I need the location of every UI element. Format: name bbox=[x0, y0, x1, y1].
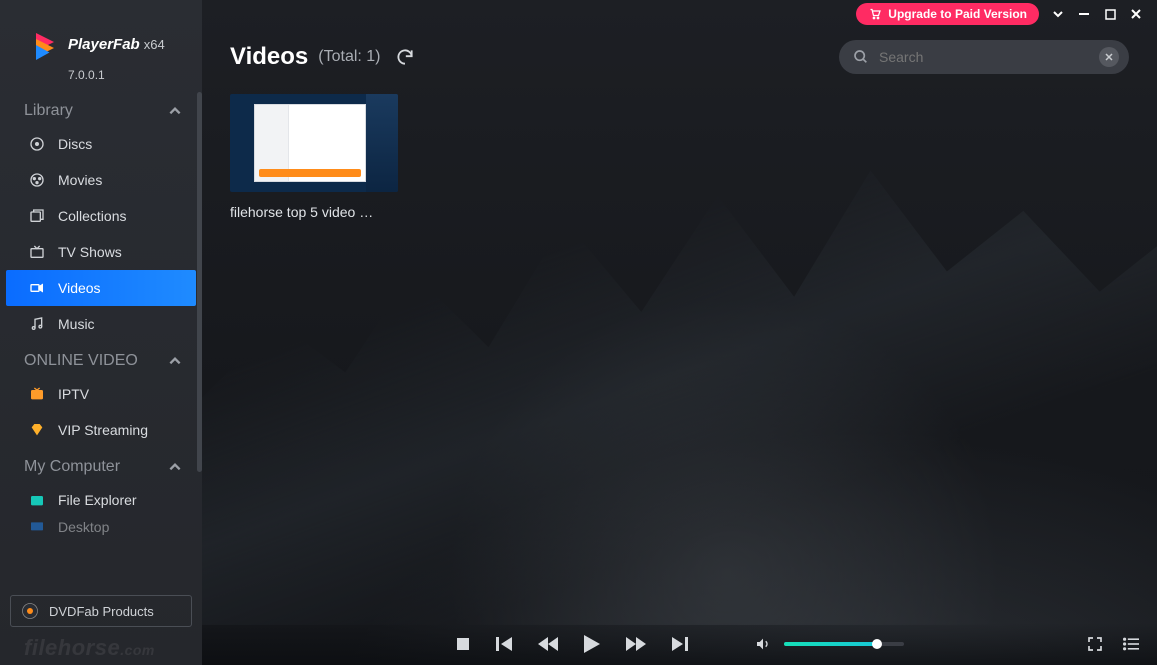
page-title: Videos bbox=[230, 43, 308, 71]
sidebar-item-vip[interactable]: VIP Streaming bbox=[0, 412, 202, 448]
refresh-button[interactable] bbox=[395, 47, 415, 67]
rewind-button[interactable] bbox=[538, 637, 558, 651]
music-note-icon bbox=[28, 315, 46, 333]
previous-button[interactable] bbox=[496, 637, 512, 651]
section-label: Library bbox=[24, 102, 73, 120]
maximize-button[interactable] bbox=[1103, 7, 1117, 21]
nav-label: Movies bbox=[58, 172, 102, 188]
iptv-icon bbox=[28, 385, 46, 403]
fullscreen-button[interactable] bbox=[1087, 636, 1103, 652]
logo-icon bbox=[30, 30, 60, 60]
volume-thumb[interactable] bbox=[872, 639, 882, 649]
section-online-video[interactable]: ONLINE VIDEO bbox=[0, 342, 202, 376]
tv-icon bbox=[28, 243, 46, 261]
video-title: filehorse top 5 video … bbox=[230, 204, 398, 220]
folder-icon bbox=[28, 491, 46, 509]
video-camera-icon bbox=[28, 279, 46, 297]
section-library[interactable]: Library bbox=[0, 92, 202, 126]
dropdown-button[interactable] bbox=[1051, 7, 1065, 21]
sidebar-item-desktop[interactable]: Desktop bbox=[0, 518, 202, 536]
watermark: filehorse.com bbox=[24, 635, 155, 661]
sidebar-item-discs[interactable]: Discs bbox=[0, 126, 202, 162]
section-my-computer[interactable]: My Computer bbox=[0, 448, 202, 482]
diamond-icon bbox=[28, 421, 46, 439]
sidebar-item-movies[interactable]: Movies bbox=[0, 162, 202, 198]
close-button[interactable] bbox=[1129, 7, 1143, 21]
app-logo: PlayerFab x64 bbox=[0, 0, 202, 66]
movie-reel-icon bbox=[28, 171, 46, 189]
minimize-button[interactable] bbox=[1077, 7, 1091, 21]
volume-slider[interactable] bbox=[784, 642, 904, 646]
page-count: (Total: 1) bbox=[318, 48, 380, 66]
cart-icon bbox=[868, 8, 882, 20]
sidebar-item-collections[interactable]: Collections bbox=[0, 198, 202, 234]
app-arch: x64 bbox=[144, 37, 165, 52]
chevron-up-icon bbox=[168, 104, 182, 118]
dvdfab-products-button[interactable]: DVDFab Products bbox=[10, 595, 192, 627]
nav-label: Desktop bbox=[58, 519, 109, 535]
search-input[interactable] bbox=[879, 49, 1089, 65]
section-label: ONLINE VIDEO bbox=[24, 352, 138, 370]
volume-button[interactable] bbox=[754, 636, 772, 652]
disc-icon bbox=[28, 135, 46, 153]
nav-label: Collections bbox=[58, 208, 126, 224]
sidebar-item-iptv[interactable]: IPTV bbox=[0, 376, 202, 412]
nav-label: Music bbox=[58, 316, 95, 332]
search-clear-button[interactable] bbox=[1099, 47, 1119, 67]
next-button[interactable] bbox=[672, 637, 688, 651]
sidebar-item-tvshows[interactable]: TV Shows bbox=[0, 234, 202, 270]
section-label: My Computer bbox=[24, 458, 120, 476]
footer-label: DVDFab Products bbox=[49, 604, 154, 619]
nav-label: File Explorer bbox=[58, 492, 137, 508]
playlist-button[interactable] bbox=[1123, 636, 1139, 652]
search-icon bbox=[853, 49, 869, 65]
sidebar-item-file-explorer[interactable]: File Explorer bbox=[0, 482, 202, 518]
sidebar-item-music[interactable]: Music bbox=[0, 306, 202, 342]
upgrade-label: Upgrade to Paid Version bbox=[888, 7, 1027, 21]
desktop-icon bbox=[28, 518, 46, 536]
video-item[interactable]: filehorse top 5 video … bbox=[230, 94, 398, 220]
search-box[interactable] bbox=[839, 40, 1129, 74]
volume-fill bbox=[784, 642, 878, 646]
chevron-up-icon bbox=[168, 460, 182, 474]
dvdfab-icon bbox=[21, 602, 39, 620]
upgrade-button[interactable]: Upgrade to Paid Version bbox=[856, 3, 1039, 25]
nav-label: Videos bbox=[58, 280, 101, 296]
chevron-up-icon bbox=[168, 354, 182, 368]
stop-button[interactable] bbox=[456, 637, 470, 651]
app-name: PlayerFab bbox=[68, 36, 140, 53]
player-bar bbox=[202, 623, 1157, 665]
video-thumbnail bbox=[230, 94, 398, 192]
play-button[interactable] bbox=[584, 635, 600, 653]
nav-label: VIP Streaming bbox=[58, 422, 148, 438]
app-version: 7.0.0.1 bbox=[0, 66, 202, 92]
nav-label: IPTV bbox=[58, 386, 89, 402]
collection-icon bbox=[28, 207, 46, 225]
sidebar-item-videos[interactable]: Videos bbox=[6, 270, 196, 306]
nav-label: Discs bbox=[58, 136, 92, 152]
nav-label: TV Shows bbox=[58, 244, 122, 260]
forward-button[interactable] bbox=[626, 637, 646, 651]
sidebar: PlayerFab x64 7.0.0.1 Library Discs Movie… bbox=[0, 0, 202, 665]
